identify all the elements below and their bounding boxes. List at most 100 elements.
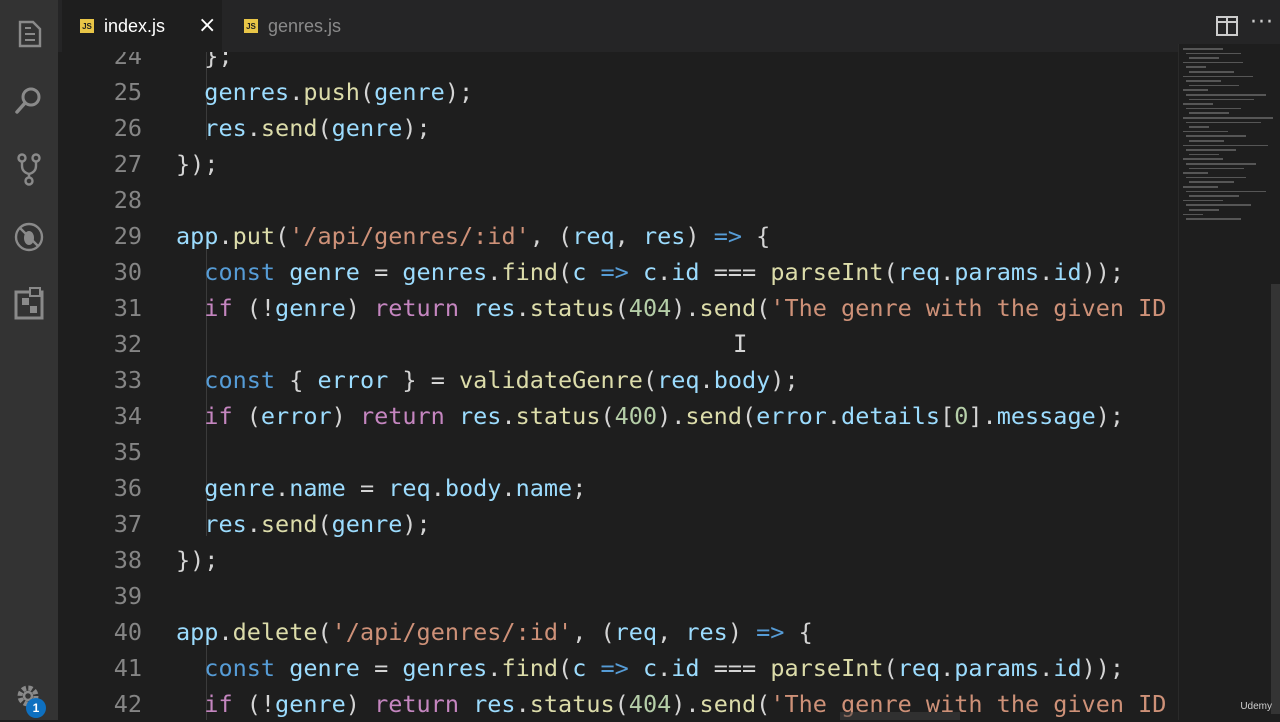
- line-number: 42: [113, 690, 142, 718]
- code-token: .: [657, 258, 672, 286]
- line-number: 26: [113, 114, 142, 142]
- more-actions-icon[interactable]: ···: [1250, 10, 1274, 35]
- code-text: if (error) return res.status(400).send(e…: [176, 398, 1124, 434]
- code-line[interactable]: 41 const genre = genres.find(c => c.id =…: [58, 650, 1178, 686]
- code-line[interactable]: 42 if (!genre) return res.status(404).se…: [58, 686, 1178, 720]
- code-line[interactable]: 25 genres.push(genre);: [58, 74, 1178, 110]
- code-token: ].: [968, 402, 997, 430]
- line-number: 39: [113, 582, 142, 610]
- tab-index-js[interactable]: JS index.js ×: [62, 0, 222, 52]
- split-editor-icon[interactable]: [1216, 16, 1238, 36]
- code-editor[interactable]: 24 }; 25 genres.push(genre); 26 res.send(g…: [58, 52, 1178, 720]
- minimap[interactable]: [1178, 44, 1280, 720]
- horizontal-scrollbar[interactable]: [840, 712, 960, 720]
- code-token: req: [388, 474, 431, 502]
- code-line[interactable]: 27});: [58, 146, 1178, 182]
- source-control-icon[interactable]: [8, 148, 50, 190]
- code-token: } =: [388, 366, 459, 394]
- code-token: ).: [657, 402, 686, 430]
- code-token: (: [614, 690, 629, 718]
- minimap-line: [1189, 98, 1254, 101]
- code-text: const genre = genres.find(c => c.id === …: [176, 254, 1124, 290]
- code-token: if: [176, 690, 233, 718]
- minimap-line: [1186, 107, 1241, 110]
- code-token: res: [473, 690, 516, 718]
- code-line[interactable]: 34 if (error) return res.status(400).sen…: [58, 398, 1178, 434]
- code-token: status: [515, 402, 601, 430]
- minimap-line: [1189, 71, 1234, 73]
- close-icon[interactable]: ×: [198, 14, 216, 38]
- line-number: 36: [113, 474, 142, 502]
- code-line[interactable]: 24 };: [58, 52, 1178, 74]
- tab-genres-js[interactable]: JS genres.js: [226, 0, 376, 52]
- code-token: .: [940, 258, 955, 286]
- code-token: .: [1039, 654, 1054, 682]
- minimap-line: [1189, 126, 1209, 128]
- code-token: c: [642, 258, 658, 286]
- code-line[interactable]: 40 app.delete('/api/genres/:id', (req, re…: [58, 614, 1178, 650]
- minimap-line: [1183, 48, 1223, 50]
- extensions-icon[interactable]: [8, 282, 50, 324]
- code-line[interactable]: 36 genre.name = req.body.name;: [58, 470, 1178, 506]
- code-token: ;: [572, 474, 587, 502]
- code-token: app: [176, 618, 219, 646]
- tab-label: genres.js: [268, 15, 342, 36]
- code-token: {: [275, 366, 318, 394]
- code-text: res.send(genre);: [176, 110, 430, 146]
- code-line[interactable]: 39: [58, 578, 1178, 614]
- code-token: ));: [1081, 258, 1125, 286]
- code-token: error: [317, 366, 389, 394]
- code-token: .: [275, 474, 290, 502]
- code-token: app: [176, 222, 219, 250]
- code-token: ): [331, 402, 360, 430]
- code-text: const genre = genres.find(c => c.id === …: [176, 650, 1124, 686]
- code-line[interactable]: 30 const genre = genres.find(c => c.id =…: [58, 254, 1178, 290]
- scrollbar-thumb[interactable]: [1271, 284, 1280, 714]
- code-token: ): [345, 690, 375, 718]
- code-token: '/api/genres/:id': [331, 618, 573, 646]
- code-line[interactable]: 37 res.send(genre);: [58, 506, 1178, 542]
- code-token: details: [841, 402, 941, 430]
- code-line[interactable]: 38});: [58, 542, 1178, 578]
- code-token: ===: [699, 654, 771, 682]
- code-line[interactable]: 28: [58, 182, 1178, 218]
- code-token: status: [529, 690, 615, 718]
- code-token: =: [345, 474, 389, 502]
- minimap-line: [1186, 80, 1221, 82]
- code-line[interactable]: 35: [58, 434, 1178, 470]
- debug-icon[interactable]: [8, 216, 50, 258]
- code-line[interactable]: 33 const { error } = validateGenre(req.b…: [58, 362, 1178, 398]
- code-token: genre: [331, 510, 403, 538]
- code-line[interactable]: 31 if (!genre) return res.status(404).se…: [58, 290, 1178, 326]
- code-token: ): [685, 222, 714, 250]
- code-token: send: [699, 294, 757, 322]
- code-token: .: [430, 474, 445, 502]
- code-line[interactable]: 29 app.put('/api/genres/:id', (req, res) …: [58, 218, 1178, 254]
- code-token: (: [275, 222, 290, 250]
- code-token: if: [176, 402, 233, 430]
- line-number: 35: [113, 438, 142, 466]
- code-token: req: [657, 366, 700, 394]
- line-number: 34: [113, 402, 142, 430]
- code-token: res: [473, 294, 516, 322]
- minimap-line: [1186, 94, 1266, 96]
- code-token: .: [1039, 258, 1054, 286]
- minimap-line: [1183, 130, 1228, 133]
- code-token: res: [458, 402, 502, 430]
- code-token: [: [940, 402, 955, 430]
- line-number: 31: [113, 294, 142, 322]
- code-line[interactable]: 26 res.send(genre);: [58, 110, 1178, 146]
- code-line[interactable]: 32: [58, 326, 1178, 362]
- code-token: genre: [374, 78, 445, 106]
- code-token: );: [770, 366, 799, 394]
- search-icon[interactable]: [8, 80, 50, 122]
- minimap-line: [1189, 57, 1219, 59]
- code-token: push: [303, 78, 360, 106]
- minimap-line: [1183, 144, 1268, 147]
- explorer-icon[interactable]: [8, 14, 50, 56]
- code-token: ));: [1081, 654, 1125, 682]
